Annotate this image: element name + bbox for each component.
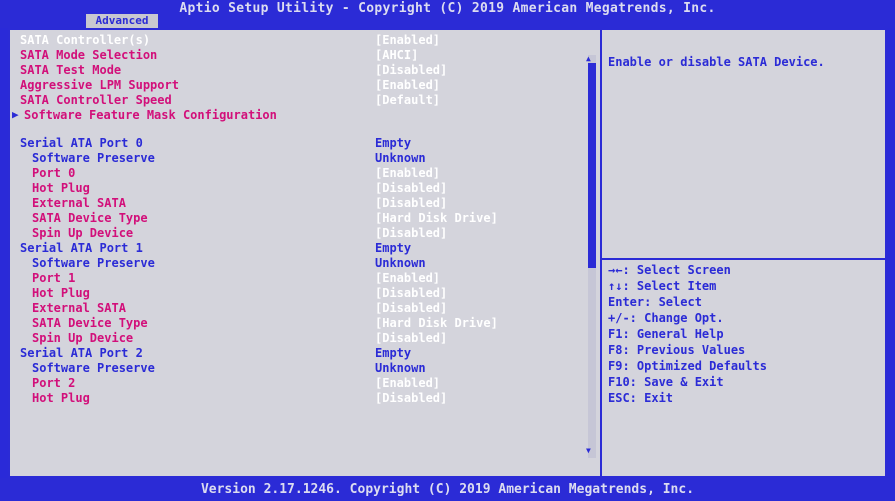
menu-item-sata-controllers[interactable]: SATA Controller(s) [Enabled] <box>20 33 590 49</box>
setup-panel: SATA Controller(s) [Enabled] SATA Mode S… <box>8 28 887 478</box>
scroll-up-icon[interactable]: ▲ <box>586 55 591 63</box>
menu-item-port-1[interactable]: Port 1 [Enabled] <box>32 271 592 287</box>
menu-item-label: Port 1 <box>32 271 76 285</box>
menu-item-value[interactable]: [Disabled] <box>375 391 447 405</box>
menu-item-sata-device-type-0[interactable]: SATA Device Type [Hard Disk Drive] <box>32 211 592 227</box>
menu-item-value: Unknown <box>375 256 426 270</box>
menu-item-value[interactable]: [Enabled] <box>375 33 440 47</box>
key-save-exit: F10: Save & Exit <box>608 375 724 389</box>
menu-item-value[interactable]: [Disabled] <box>375 331 447 345</box>
submenu-arrow-icon: ▶ <box>12 108 19 121</box>
menu-item-value[interactable]: [Disabled] <box>375 181 447 195</box>
menu-item-value[interactable]: [Default] <box>375 93 440 107</box>
scroll-down-icon[interactable]: ▼ <box>586 447 591 455</box>
help-divider <box>602 258 885 260</box>
menu-item-port-2[interactable]: Port 2 [Enabled] <box>32 376 592 392</box>
key-esc-exit: ESC: Exit <box>608 391 674 405</box>
menu-item-label: SATA Controller Speed <box>20 93 172 107</box>
menu-item-label: SATA Controller(s) <box>20 33 151 47</box>
menu-item-label: Software Preserve <box>32 151 155 165</box>
menu-item-label: Serial ATA Port 2 <box>20 346 143 360</box>
menu-item-label: Spin Up Device <box>32 226 134 240</box>
menu-item-label: External SATA <box>32 196 126 210</box>
scrollbar-thumb[interactable] <box>588 63 596 268</box>
menu-item-value[interactable]: [Enabled] <box>375 376 440 390</box>
menu-item-hot-plug-2[interactable]: Hot Plug [Disabled] <box>32 391 592 407</box>
menu-item-port-0[interactable]: Port 0 [Enabled] <box>32 166 592 182</box>
menu-item-label: Software Preserve <box>32 256 155 270</box>
menu-item-label: Port 2 <box>32 376 76 390</box>
menu-item-value: Empty <box>375 136 412 150</box>
menu-item-sata-device-type-1[interactable]: SATA Device Type [Hard Disk Drive] <box>32 316 592 332</box>
menu-item-value[interactable]: [Disabled] <box>375 196 447 210</box>
key-general-help: F1: General Help <box>608 327 724 341</box>
menu-item-external-sata-1[interactable]: External SATA [Disabled] <box>32 301 592 317</box>
footer-bar: Version 2.17.1246. Copyright (C) 2019 Am… <box>0 478 895 501</box>
menu-item-value[interactable]: [Enabled] <box>375 166 440 180</box>
menu-item-value: Empty <box>375 346 412 360</box>
menu-item-label: SATA Mode Selection <box>20 48 158 62</box>
menu-item-value[interactable]: [Enabled] <box>375 78 440 92</box>
menu-item-value: Unknown <box>375 151 426 165</box>
menu-item-label: SATA Test Mode <box>20 63 122 77</box>
menu-item-label: Port 0 <box>32 166 76 180</box>
key-previous-values: F8: Previous Values <box>608 343 746 357</box>
menu-item-label: Hot Plug <box>32 286 90 300</box>
help-pane: Enable or disable SATA Device. →←: Selec… <box>602 30 885 476</box>
menu-item-sata-mode-selection[interactable]: SATA Mode Selection [AHCI] <box>20 48 590 64</box>
menu-item-label: Spin Up Device <box>32 331 134 345</box>
sata-port-1-header: Serial ATA Port 1 Empty <box>20 241 590 257</box>
menu-item-software-preserve-1: Software Preserve Unknown <box>32 256 592 272</box>
menu-item-sata-test-mode[interactable]: SATA Test Mode [Disabled] <box>20 63 590 79</box>
menu-item-spin-up-device-0[interactable]: Spin Up Device [Disabled] <box>32 226 592 242</box>
menu-item-label: External SATA <box>32 301 126 315</box>
tab-advanced[interactable]: Advanced <box>86 14 158 28</box>
menu-item-value[interactable]: [AHCI] <box>375 48 418 62</box>
version-text: Version 2.17.1246. Copyright (C) 2019 Am… <box>200 482 695 497</box>
menu-item-label: Software Preserve <box>32 361 155 375</box>
menu-item-value[interactable]: [Disabled] <box>375 226 447 240</box>
sata-port-2-header: Serial ATA Port 2 Empty <box>20 346 590 362</box>
menu-item-value: Empty <box>375 241 412 255</box>
menu-item-value[interactable]: [Hard Disk Drive] <box>375 316 498 330</box>
menu-item-spin-up-device-1[interactable]: Spin Up Device [Disabled] <box>32 331 592 347</box>
menu-item-hot-plug-1[interactable]: Hot Plug [Disabled] <box>32 286 592 302</box>
menu-item-label: Serial ATA Port 1 <box>20 241 143 255</box>
menu-item-hot-plug-0[interactable]: Hot Plug [Disabled] <box>32 181 592 197</box>
menu-item-value[interactable]: [Enabled] <box>375 271 440 285</box>
key-optimized-defaults: F9: Optimized Defaults <box>608 359 767 373</box>
menu-item-label: Hot Plug <box>32 181 90 195</box>
menu-item-label: SATA Device Type <box>32 211 148 225</box>
menu-item-value[interactable]: [Hard Disk Drive] <box>375 211 498 225</box>
top-bar: Aptio Setup Utility - Copyright (C) 2019… <box>0 0 895 28</box>
sata-port-0-header: Serial ATA Port 0 Empty <box>20 136 590 152</box>
menu-item-label: Aggressive LPM Support <box>20 78 179 92</box>
menu-item-software-feature-mask[interactable]: ▶ Software Feature Mask Configuration <box>10 108 590 124</box>
menu-item-value[interactable]: [Disabled] <box>375 301 447 315</box>
menu-item-software-preserve-0: Software Preserve Unknown <box>32 151 592 167</box>
key-change-opt: +/-: Change Opt. <box>608 311 724 325</box>
key-select-item: ↑↓: Select Item <box>608 279 717 293</box>
menu-item-label: Hot Plug <box>32 391 90 405</box>
menu-item-label: Serial ATA Port 0 <box>20 136 143 150</box>
menu-item-label: Software Feature Mask Configuration <box>24 108 277 122</box>
menu-item-software-preserve-2: Software Preserve Unknown <box>32 361 592 377</box>
settings-list: SATA Controller(s) [Enabled] SATA Mode S… <box>10 30 598 476</box>
key-select-screen: →←: Select Screen <box>608 263 731 277</box>
menu-item-value[interactable]: [Disabled] <box>375 63 447 77</box>
key-enter-select: Enter: Select <box>608 295 702 309</box>
menu-item-label: SATA Device Type <box>32 316 148 330</box>
help-text: Enable or disable SATA Device. <box>608 55 825 69</box>
key-legend: →←: Select Screen ↑↓: Select Item Enter:… <box>608 262 767 406</box>
menu-item-value[interactable]: [Disabled] <box>375 286 447 300</box>
menu-item-sata-controller-speed[interactable]: SATA Controller Speed [Default] <box>20 93 590 109</box>
menu-item-value: Unknown <box>375 361 426 375</box>
menu-item-aggressive-lpm[interactable]: Aggressive LPM Support [Enabled] <box>20 78 590 94</box>
menu-item-external-sata-0[interactable]: External SATA [Disabled] <box>32 196 592 212</box>
